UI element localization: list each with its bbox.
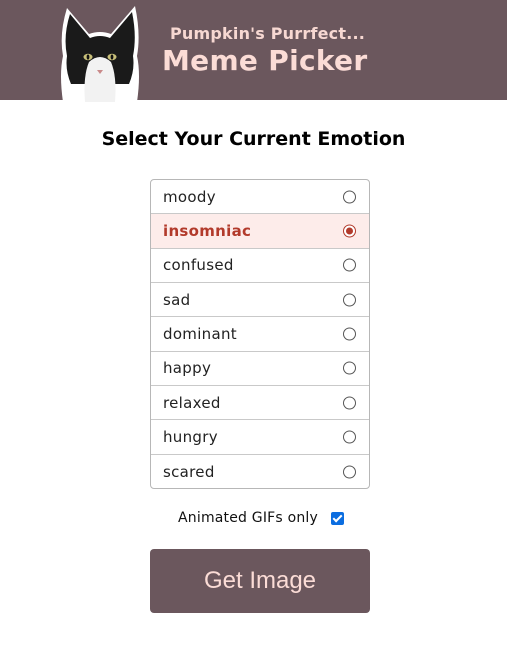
- get-image-button[interactable]: Get Image: [150, 549, 370, 613]
- emotion-option-dominant[interactable]: dominant: [151, 317, 369, 352]
- radio-button[interactable]: [343, 361, 356, 375]
- animated-gifs-checkbox[interactable]: [330, 511, 344, 525]
- page-title: Select Your Current Emotion: [101, 128, 406, 150]
- emotion-label: scared: [163, 462, 215, 481]
- radio-button[interactable]: [343, 396, 356, 410]
- emotion-option-confused[interactable]: confused: [151, 249, 369, 283]
- header-title: Meme Picker: [162, 44, 368, 77]
- radio-button[interactable]: [343, 224, 356, 238]
- radio-button[interactable]: [343, 258, 356, 272]
- radio-button[interactable]: [343, 465, 356, 479]
- emotion-option-hungry[interactable]: hungry: [151, 420, 369, 455]
- radio-button[interactable]: [343, 430, 356, 444]
- emotion-label: hungry: [163, 427, 218, 446]
- emotion-option-relaxed[interactable]: relaxed: [151, 386, 369, 421]
- emotion-label: dominant: [163, 324, 237, 343]
- emotion-option-scared[interactable]: scared: [151, 455, 369, 488]
- header-subtitle: Pumpkin's Purrfect...: [170, 24, 366, 43]
- emotion-option-insomniac[interactable]: insomniac: [151, 214, 369, 249]
- emotion-radio-list: moody insomniac confused sad dominant ha…: [150, 179, 370, 489]
- emotion-label: relaxed: [163, 393, 221, 412]
- emotion-option-happy[interactable]: happy: [151, 352, 369, 386]
- emotion-label: insomniac: [163, 221, 252, 240]
- radio-button[interactable]: [343, 327, 356, 341]
- radio-button[interactable]: [343, 293, 356, 307]
- emotion-label: sad: [163, 290, 191, 309]
- app-header: Pumpkin's Purrfect... Meme Picker: [0, 0, 507, 102]
- emotion-label: moody: [163, 187, 216, 206]
- animated-gifs-option[interactable]: Animated GIFs only: [178, 510, 344, 526]
- cat-logo-icon: [61, 6, 139, 102]
- animated-gifs-label: Animated GIFs only: [178, 510, 318, 526]
- emotion-label: happy: [163, 359, 212, 378]
- radio-button[interactable]: [343, 190, 356, 204]
- emotion-label: confused: [163, 256, 234, 275]
- emotion-option-moody[interactable]: moody: [151, 180, 369, 215]
- emotion-option-sad[interactable]: sad: [151, 283, 369, 318]
